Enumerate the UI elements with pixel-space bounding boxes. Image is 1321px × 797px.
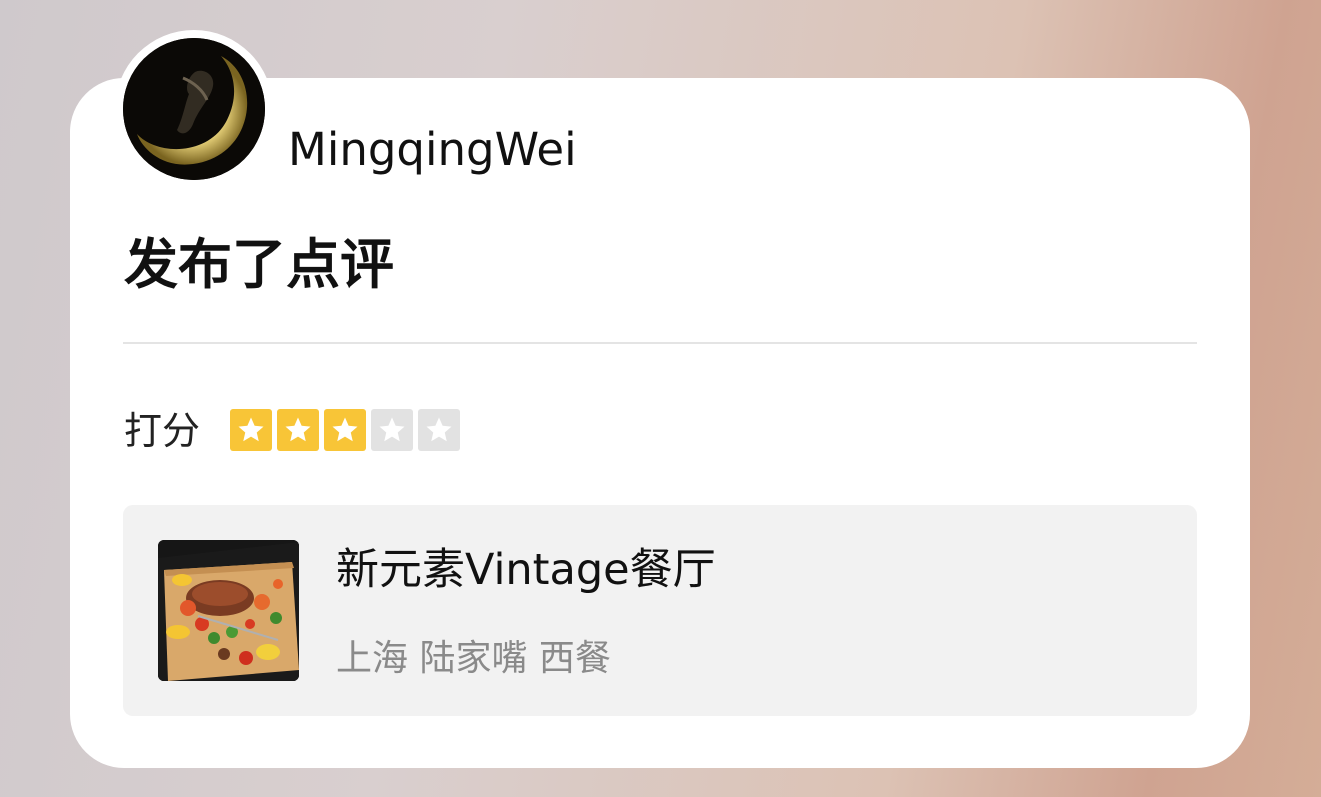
avatar[interactable]: [123, 38, 265, 180]
divider: [123, 342, 1197, 344]
place-name[interactable]: 新元素Vintage餐厅: [336, 540, 716, 600]
star-empty-icon: [371, 409, 413, 451]
avatar-moon-image: [123, 38, 265, 180]
food-platter-image: [158, 540, 299, 681]
place-meta: 上海 陆家嘴 西餐: [336, 638, 611, 679]
star-rating: [230, 409, 465, 451]
star-empty-icon: [418, 409, 460, 451]
place-thumbnail[interactable]: [158, 540, 299, 681]
star-filled-icon: [277, 409, 319, 451]
username[interactable]: MingqingWei: [288, 120, 577, 180]
rating-label: 打分: [124, 409, 201, 453]
star-filled-icon: [324, 409, 366, 451]
post-action-text: 发布了点评: [124, 233, 394, 296]
star-filled-icon: [230, 409, 272, 451]
